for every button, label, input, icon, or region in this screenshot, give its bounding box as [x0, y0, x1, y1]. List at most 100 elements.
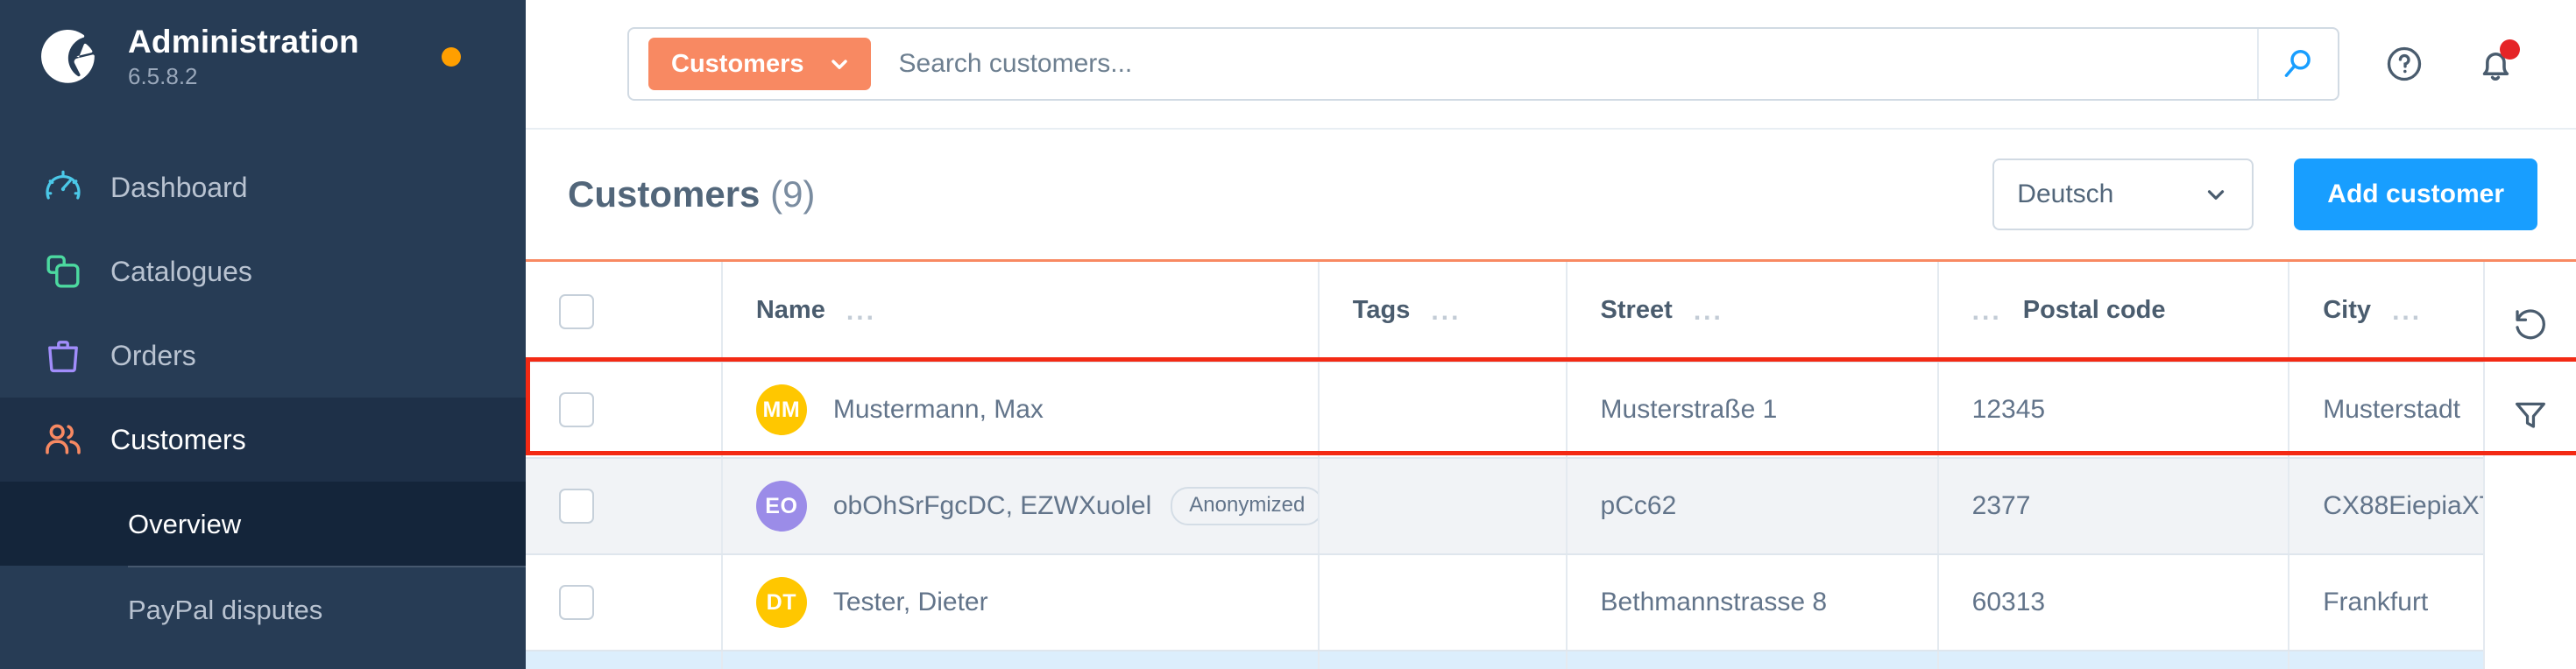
refresh-icon[interactable]: [2495, 288, 2566, 360]
row-select-cell: [526, 362, 723, 459]
row-checkbox[interactable]: [559, 392, 594, 427]
sidebar-brand[interactable]: Administration 6.5.8.2: [0, 0, 526, 116]
dashboard-icon: [39, 163, 88, 212]
cell-street: Bethmannstrasse 8: [1566, 554, 1939, 651]
sidebar-item-overview[interactable]: Overview: [0, 482, 526, 566]
update-available-dot[interactable]: [442, 47, 461, 67]
sidebar-item-dashboard[interactable]: Dashboard: [0, 145, 526, 229]
cell-city: Frankfurt: [2289, 554, 2483, 651]
customers-icon: [39, 415, 88, 464]
sidebar-item-label: Catalogues: [110, 256, 252, 287]
cell-postal-code: 2377: [1937, 458, 2290, 555]
column-label: City: [2323, 296, 2372, 325]
brand-version: 6.5.8.2: [128, 63, 198, 90]
table-row[interactable]: DT Tester, Dieter Bethmannstrasse 8 6031…: [526, 554, 2483, 651]
column-header-city[interactable]: City ...: [2289, 262, 2483, 363]
table-row[interactable]: [526, 651, 2483, 669]
sidebar-subitem-label: PayPal disputes: [128, 594, 323, 625]
sidebar-item-catalogues[interactable]: Catalogues: [0, 229, 526, 313]
page-title-text: Customers: [568, 173, 761, 215]
column-header-postal-code[interactable]: ... Postal code: [1937, 262, 2290, 363]
row-select-cell: [526, 554, 723, 651]
cell-street: Musterstraße 1: [1566, 362, 1939, 459]
sidebar-item-label: Customers: [110, 424, 246, 455]
customer-name: Mustermann, Max: [832, 395, 1044, 424]
cell-city: [2289, 651, 2483, 669]
column-header-name[interactable]: Name ...: [721, 262, 1320, 363]
brand-title: Administration: [128, 23, 359, 60]
cell-name: EO obOhSrFgcDC, EZWXuolel Anonymized: [721, 458, 1320, 555]
chevron-down-icon: [827, 52, 852, 76]
cell-street: [1566, 651, 1939, 669]
row-select-cell: [526, 651, 723, 669]
cell-tags: [1318, 554, 1568, 651]
sidebar-subitem-label: Overview: [128, 508, 242, 539]
cell-city: Musterstadt: [2289, 362, 2483, 459]
search-icon[interactable]: [2257, 29, 2338, 99]
page-title-count: (9): [770, 173, 816, 215]
column-options-icon[interactable]: ...: [1694, 297, 1723, 327]
add-customer-button[interactable]: Add customer: [2294, 158, 2537, 230]
search-input[interactable]: [870, 49, 2257, 79]
column-options-icon[interactable]: ...: [1431, 297, 1461, 327]
sidebar-nav: Dashboard Catalogues Orders Customers Ov…: [0, 145, 526, 651]
customer-table-area: Name ... Tags ... Street ... ... Postal …: [526, 259, 2576, 669]
column-header-street[interactable]: Street ...: [1566, 262, 1939, 363]
main-content: Customers Search customers... Customers …: [526, 0, 2576, 669]
sidebar-item-orders[interactable]: Orders: [0, 313, 526, 398]
search-scope-dropdown[interactable]: Customers: [648, 38, 871, 90]
row-select-cell: [526, 458, 723, 555]
table-header: Name ... Tags ... Street ... ... Postal …: [526, 262, 2483, 363]
row-checkbox[interactable]: [559, 489, 594, 524]
filter-icon[interactable]: [2495, 379, 2566, 451]
sidebar-subnav-tail: PayPal disputes: [0, 566, 526, 651]
language-select[interactable]: Deutsch: [1992, 158, 2254, 230]
cell-name: MM Mustermann, Max: [721, 362, 1320, 459]
sidebar-item-paypal-disputes[interactable]: PayPal disputes: [0, 567, 526, 651]
table-row[interactable]: MM Mustermann, Max Musterstraße 1 12345 …: [526, 362, 2483, 459]
cell-street: pCc62: [1566, 458, 1939, 555]
table-row[interactable]: EO obOhSrFgcDC, EZWXuolel Anonymized pCc…: [526, 458, 2483, 555]
customer-name: obOhSrFgcDC, EZWXuolel: [832, 491, 1152, 520]
page-header: Customers (9) Deutsch Add customer: [526, 130, 2576, 259]
select-all-header: [526, 262, 723, 363]
table-header-row: Name ... Tags ... Street ... ... Postal …: [526, 262, 2483, 363]
cell-postal-code: 12345: [1937, 362, 2290, 459]
global-search-bar[interactable]: Customers: [627, 27, 2339, 101]
cell-postal-code: 60313: [1937, 554, 2290, 651]
table-scroll-container[interactable]: Name ... Tags ... Street ... ... Postal …: [526, 262, 2483, 669]
catalogues-icon: [39, 247, 88, 296]
column-label: Tags: [1352, 296, 1411, 325]
sidebar-subnav-customers: Overview: [0, 482, 526, 566]
cell-tags: [1318, 362, 1568, 459]
orders-icon: [39, 331, 88, 380]
cell-name: DT Tester, Dieter: [721, 554, 1320, 651]
sidebar-item-label: Orders: [110, 340, 196, 371]
column-options-icon[interactable]: ...: [1972, 297, 2002, 327]
help-circle-icon[interactable]: [2362, 22, 2446, 106]
status-badge: Anonymized: [1171, 487, 1317, 525]
row-checkbox[interactable]: [559, 585, 594, 620]
cell-tags: [1318, 458, 1568, 555]
cell-city: CX88EiepiaXTc: [2289, 458, 2483, 555]
top-bar: Customers: [526, 0, 2576, 130]
search-scope-label: Customers: [671, 49, 804, 78]
sidebar-item-label: Dashboard: [110, 172, 248, 203]
bell-icon[interactable]: [2453, 22, 2537, 106]
shopware-logo-icon: [39, 25, 105, 91]
column-label: Name: [755, 296, 825, 325]
customer-table: Name ... Tags ... Street ... ... Postal …: [526, 262, 2483, 669]
cell-tags: [1318, 651, 1568, 669]
column-options-icon[interactable]: ...: [846, 297, 876, 327]
select-all-checkbox[interactable]: [559, 293, 594, 329]
avatar: MM: [755, 384, 807, 435]
column-header-tags[interactable]: Tags ...: [1318, 262, 1568, 363]
notification-badge-dot: [2500, 39, 2520, 60]
customer-name: Tester, Dieter: [832, 588, 988, 616]
cell-postal-code: [1937, 651, 2290, 669]
page-title: Customers (9): [568, 173, 815, 215]
cell-name: [721, 651, 1320, 669]
table-tool-rail: [2483, 262, 2576, 669]
column-options-icon[interactable]: ...: [2392, 297, 2422, 327]
sidebar-item-customers[interactable]: Customers: [0, 398, 526, 482]
